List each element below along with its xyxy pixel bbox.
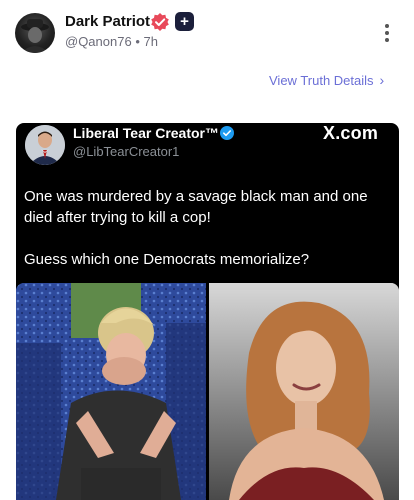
kebab-menu-icon[interactable] — [380, 22, 394, 44]
separator-dot: • — [135, 34, 140, 49]
author-avatar[interactable] — [15, 13, 55, 53]
view-truth-details-link[interactable]: View Truth Details › — [269, 72, 384, 88]
embedded-author-avatar — [25, 125, 65, 165]
embedded-verified-icon — [220, 126, 234, 140]
embedded-tweet-image[interactable]: Liberal Tear Creator™ @LibTearCreator1 X… — [16, 123, 399, 500]
post-header: Dark Patriot + @Qanon76 • 7h — [0, 0, 414, 70]
post-timestamp[interactable]: 7h — [144, 34, 158, 49]
right-photo — [209, 283, 399, 500]
left-photo — [16, 283, 206, 500]
x-logo-icon: X.com — [323, 123, 379, 143]
author-handle[interactable]: @Qanon76 — [65, 34, 132, 49]
view-details-label: View Truth Details — [269, 73, 374, 88]
embedded-display-name: Liberal Tear Creator™ — [73, 125, 220, 141]
plus-badge-icon: + — [175, 12, 194, 31]
embedded-tweet-text: One was murdered by a savage black man a… — [24, 186, 392, 291]
chevron-right-icon: › — [379, 72, 385, 88]
tweet-paragraph: One was murdered by a savage black man a… — [24, 188, 368, 226]
author-handle-row: @Qanon76 • 7h — [65, 34, 158, 49]
tweet-paragraph: Guess which one Democrats memorialize? — [24, 251, 310, 268]
verified-badge-icon — [151, 13, 169, 31]
author-display-name[interactable]: Dark Patriot — [65, 13, 150, 30]
embedded-handle: @LibTearCreator1 — [73, 144, 180, 159]
